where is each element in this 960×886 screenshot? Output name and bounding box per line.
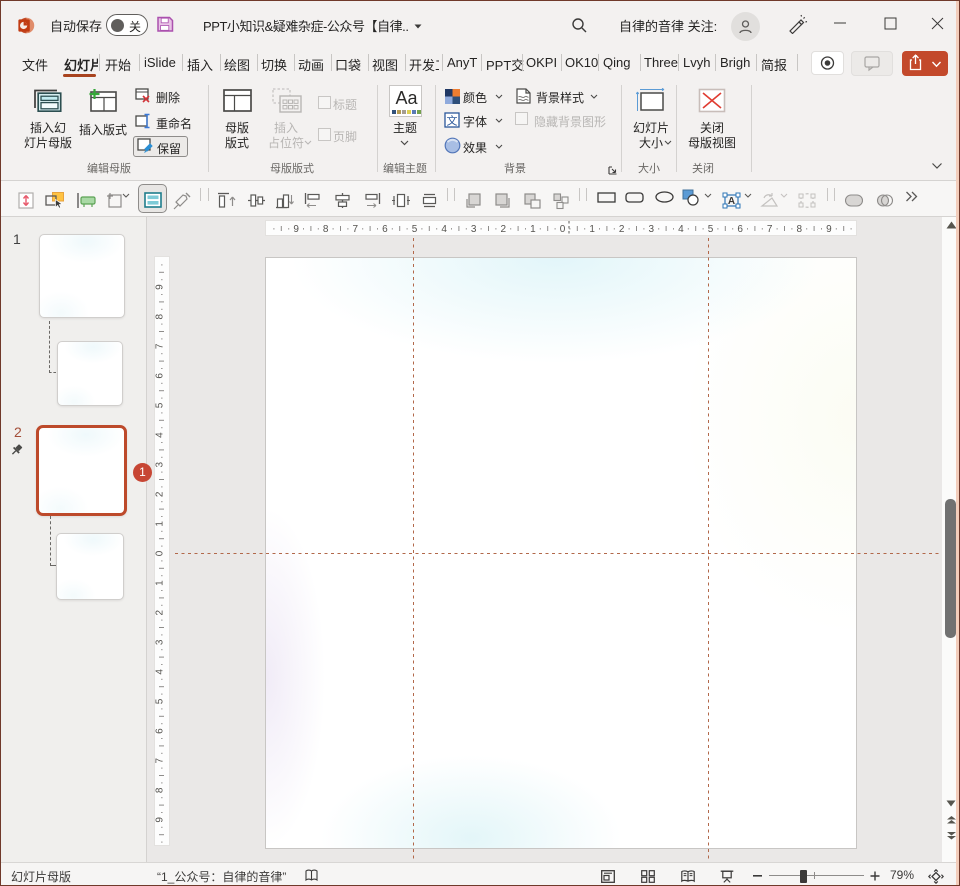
svg-text:9: 9: [826, 224, 832, 235]
svg-text:5: 5: [412, 224, 418, 235]
svg-text:文: 文: [447, 114, 458, 128]
svg-text:1: 1: [530, 224, 536, 235]
svg-text:2: 2: [501, 224, 507, 235]
svg-text:0: 0: [155, 550, 166, 556]
svg-text:2: 2: [155, 491, 166, 497]
svg-text:7: 7: [155, 757, 166, 763]
svg-text:5: 5: [155, 698, 166, 704]
svg-text:A: A: [728, 196, 735, 207]
svg-text:6: 6: [382, 224, 388, 235]
svg-text:8: 8: [155, 313, 166, 319]
svg-text:5: 5: [155, 402, 166, 408]
svg-text:2: 2: [155, 609, 166, 615]
svg-text:3: 3: [649, 224, 655, 235]
svg-text:9: 9: [155, 817, 166, 823]
svg-text:8: 8: [323, 224, 329, 235]
svg-text:6: 6: [155, 373, 166, 379]
svg-text:0: 0: [560, 224, 566, 235]
svg-text:8: 8: [155, 787, 166, 793]
svg-text:7: 7: [767, 224, 773, 235]
svg-text:7: 7: [353, 224, 359, 235]
svg-text:1: 1: [155, 521, 166, 527]
svg-text:3: 3: [155, 639, 166, 645]
svg-text:9: 9: [155, 284, 166, 290]
svg-text:6: 6: [155, 728, 166, 734]
svg-text:6: 6: [737, 224, 743, 235]
svg-text:4: 4: [155, 669, 166, 675]
svg-text:5: 5: [708, 224, 714, 235]
svg-text:8: 8: [797, 224, 803, 235]
svg-text:3: 3: [471, 224, 477, 235]
svg-text:4: 4: [155, 432, 166, 438]
svg-text:1: 1: [155, 580, 166, 586]
svg-text:9: 9: [293, 224, 299, 235]
svg-text:1: 1: [589, 224, 595, 235]
svg-text:7: 7: [155, 343, 166, 349]
svg-text:4: 4: [441, 224, 447, 235]
svg-text:3: 3: [155, 461, 166, 467]
svg-text:4: 4: [678, 224, 684, 235]
svg-text:2: 2: [619, 224, 625, 235]
